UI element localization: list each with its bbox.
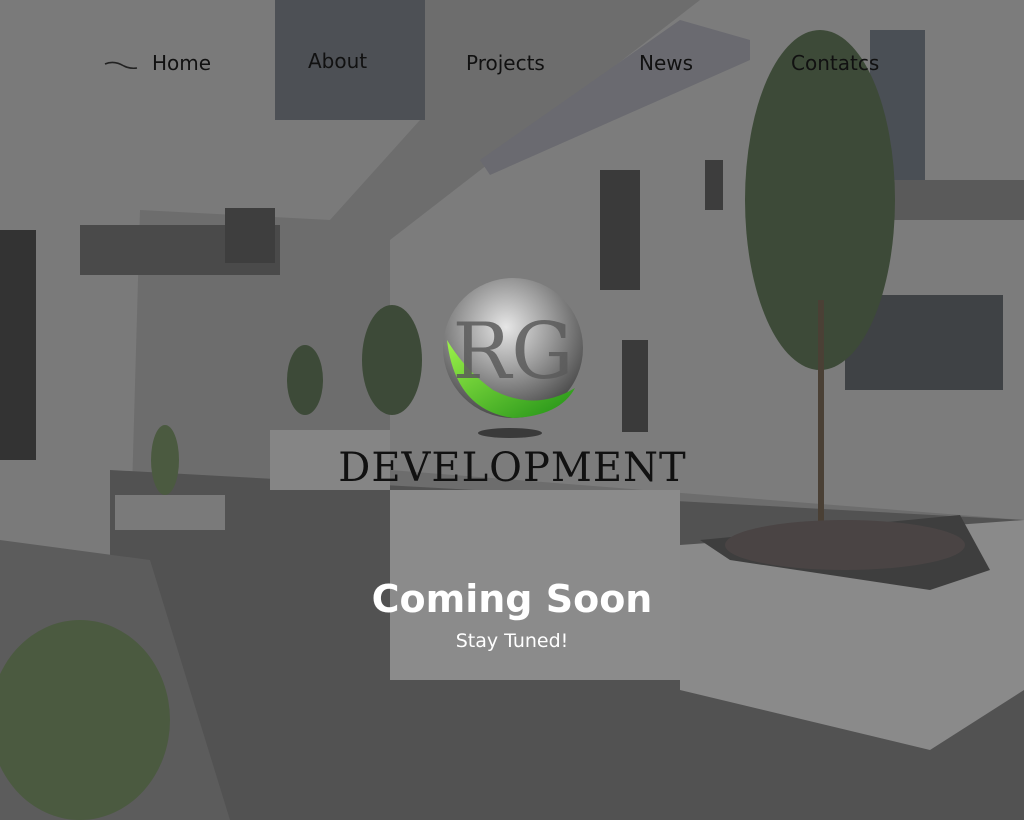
logo-monogram: RG [452,307,573,397]
main-nav: Home About Projects News Contatcs [0,0,1024,120]
swoosh-icon [104,61,138,70]
nav-contacts-link[interactable]: Contatcs [791,51,879,75]
logo-wordmark: DEVELOPMENT [338,445,687,491]
nav-about-link[interactable]: About [308,49,367,73]
nav-home-link[interactable]: Home [152,51,211,75]
stay-tuned-subtitle: Stay Tuned! [455,630,569,652]
nav-news-link[interactable]: News [639,51,693,75]
nav-projects-link[interactable]: Projects [466,51,545,75]
coming-soon-headline: Coming Soon [371,577,653,621]
